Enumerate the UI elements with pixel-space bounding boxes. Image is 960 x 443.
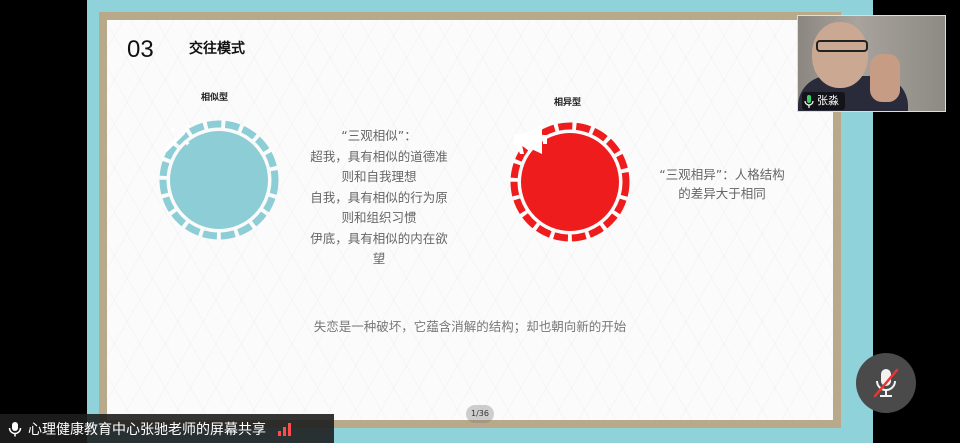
description-line: 则和自我理想 [341,169,417,184]
slide-footer-text: 失恋是一种破坏，它蕴含消解的结构；却也朝向新的开始 [313,319,627,334]
similar-type-label: 相似型 [201,93,229,103]
description-line: 望 [372,251,386,266]
section-title: 交往模式 [189,41,245,57]
presenter-name-tag: 张淼 [802,92,845,110]
presenter-glasses [816,40,868,52]
screen-share-bar: 心理健康教育中心张驰老师的屏幕共享 [0,414,334,443]
mute-microphone-button[interactable] [856,353,916,413]
megaphone-icon [514,125,547,154]
description-line: 则和组织习惯 [341,210,417,225]
description-line: “三观相似”： [341,128,417,143]
signal-strength-icon [278,422,291,436]
mic-muted-icon [873,368,899,398]
description-line: 伊底，具有相似的内在欲 [310,230,448,246]
different-type-label: 相异型 [554,98,582,108]
presenter-head [812,22,868,88]
mic-icon [804,94,814,108]
similar-type-description: “三观相似”： 超我，具有相似的道德准 则和自我理想 自我，具有相似的行为原 则… [299,126,459,270]
description-line: 自我，具有相似的行为原 [310,189,448,205]
section-number: 03 [127,36,154,63]
presenter-hand [870,54,900,102]
slide: 03 交往模式 相似型 相异型 “三观相似”： 超我，具有相似的道德准 则和自我… [107,20,833,420]
page-indicator[interactable]: 1/36 [466,405,494,423]
description-line: 超我，具有相似的道德准 [310,148,448,164]
description-line: “三观相异”：人格结构 [659,167,785,182]
description-line: 的差异大于相同 [678,186,766,201]
presenter-name: 张淼 [817,94,839,107]
similar-type-circle [159,120,279,240]
different-type-description: “三观相异”：人格结构 的差异大于相同 [647,165,797,203]
magic-wand-icon [164,124,191,152]
different-type-circle [510,122,630,242]
presenter-video[interactable]: 张淼 [797,15,946,112]
mic-icon [8,421,22,436]
screen-share-title: 心理健康教育中心张驰老师的屏幕共享 [28,421,266,438]
